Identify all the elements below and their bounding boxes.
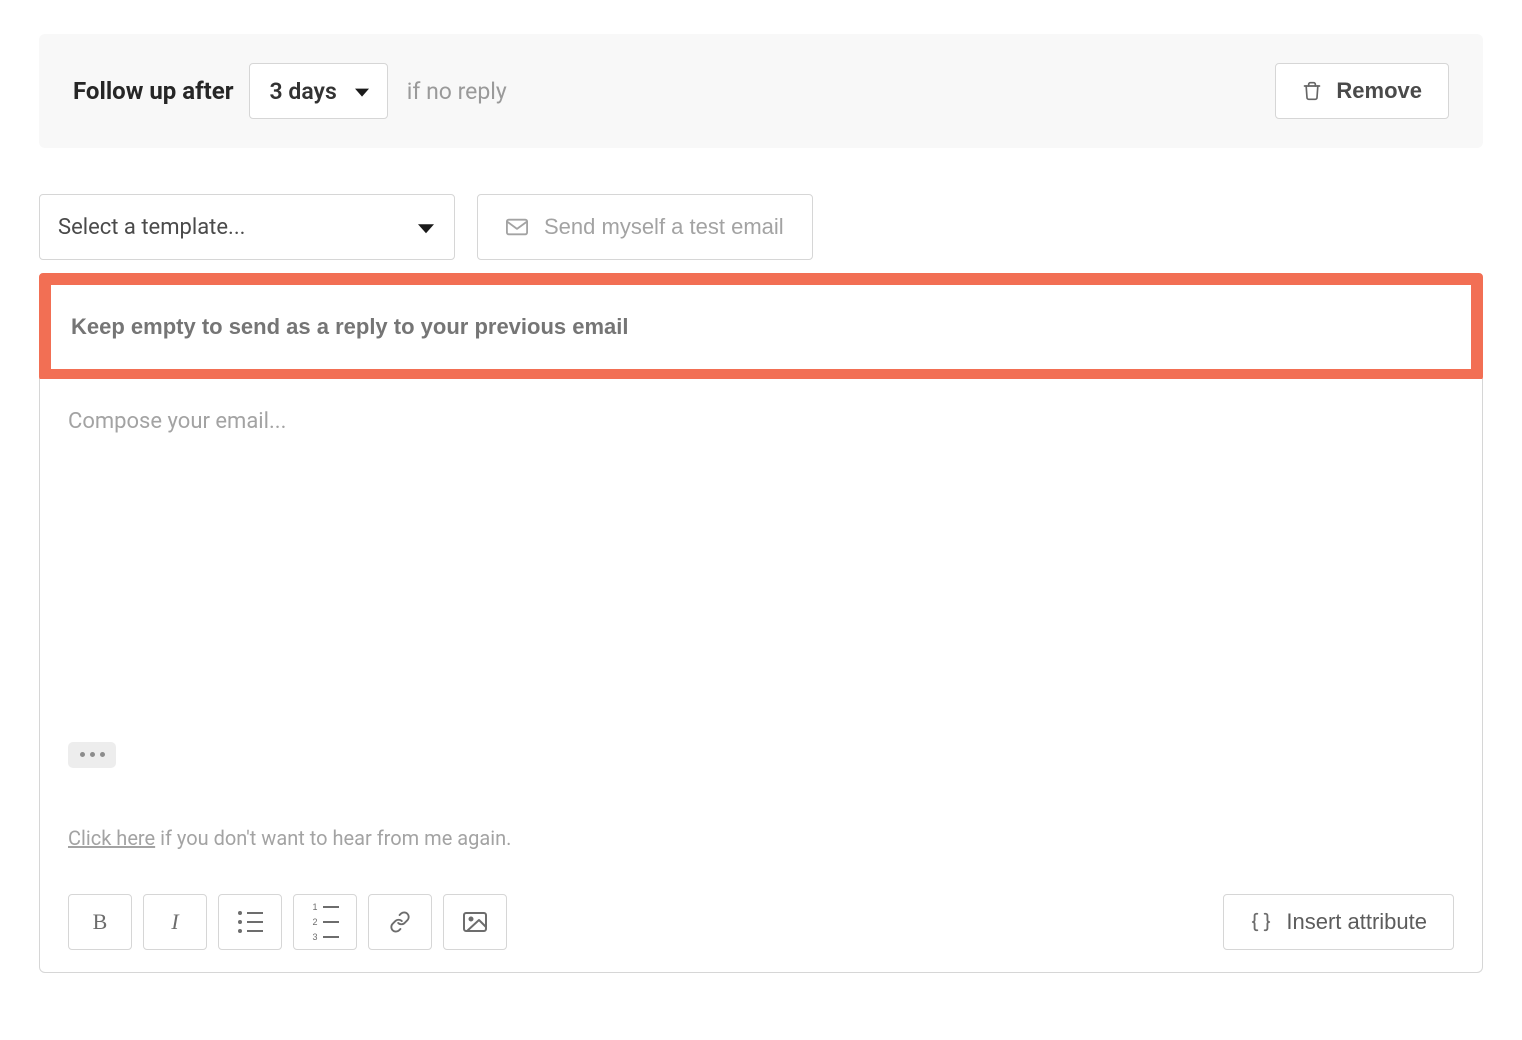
remove-button-label: Remove xyxy=(1336,78,1422,104)
subject-field-highlight xyxy=(39,273,1483,381)
unsubscribe-link[interactable]: Click here xyxy=(68,826,155,850)
unsubscribe-line: Click here if you don't want to hear fro… xyxy=(68,826,1454,850)
image-button[interactable] xyxy=(443,894,507,950)
template-row: Select a template... Send myself a test … xyxy=(39,194,1483,260)
envelope-icon xyxy=(506,218,528,236)
followup-header-left: Follow up after 3 days if no reply xyxy=(73,63,507,119)
link-button[interactable] xyxy=(368,894,432,950)
numbered-list-icon: 1 2 3 xyxy=(312,902,339,942)
toolbar-left: B I 1 2 3 xyxy=(68,894,507,950)
link-icon xyxy=(389,911,411,933)
template-select-placeholder: Select a template... xyxy=(58,215,245,240)
braces-icon xyxy=(1250,911,1272,933)
bold-button[interactable]: B xyxy=(68,894,132,950)
editor-toolbar: B I 1 2 3 xyxy=(68,894,1454,950)
collapsed-quote-indicator[interactable] xyxy=(68,742,116,768)
email-body-editor[interactable]: Compose your email... xyxy=(68,409,1454,739)
email-editor-panel: Compose your email... Click here if you … xyxy=(39,379,1483,973)
days-select-value: 3 days xyxy=(270,78,337,105)
followup-header: Follow up after 3 days if no reply Remov… xyxy=(39,34,1483,148)
followup-step-panel: Follow up after 3 days if no reply Remov… xyxy=(0,0,1522,1040)
days-select[interactable]: 3 days xyxy=(249,63,388,119)
subject-input[interactable] xyxy=(69,313,1453,341)
italic-button[interactable]: I xyxy=(143,894,207,950)
send-test-email-button[interactable]: Send myself a test email xyxy=(477,194,813,260)
bullet-list-button[interactable] xyxy=(218,894,282,950)
trash-icon xyxy=(1302,80,1322,102)
followup-label: Follow up after xyxy=(73,77,234,105)
insert-attribute-label: Insert attribute xyxy=(1286,909,1427,935)
noreply-suffix: if no reply xyxy=(407,78,507,105)
unsubscribe-rest: if you don't want to hear from me again. xyxy=(155,826,511,850)
remove-step-button[interactable]: Remove xyxy=(1275,63,1449,119)
insert-attribute-button[interactable]: Insert attribute xyxy=(1223,894,1454,950)
image-icon xyxy=(463,912,487,932)
numbered-list-button[interactable]: 1 2 3 xyxy=(293,894,357,950)
bullet-list-icon xyxy=(238,911,263,933)
template-select[interactable]: Select a template... xyxy=(39,194,455,260)
send-test-email-label: Send myself a test email xyxy=(544,214,784,240)
email-body-placeholder: Compose your email... xyxy=(68,409,286,434)
